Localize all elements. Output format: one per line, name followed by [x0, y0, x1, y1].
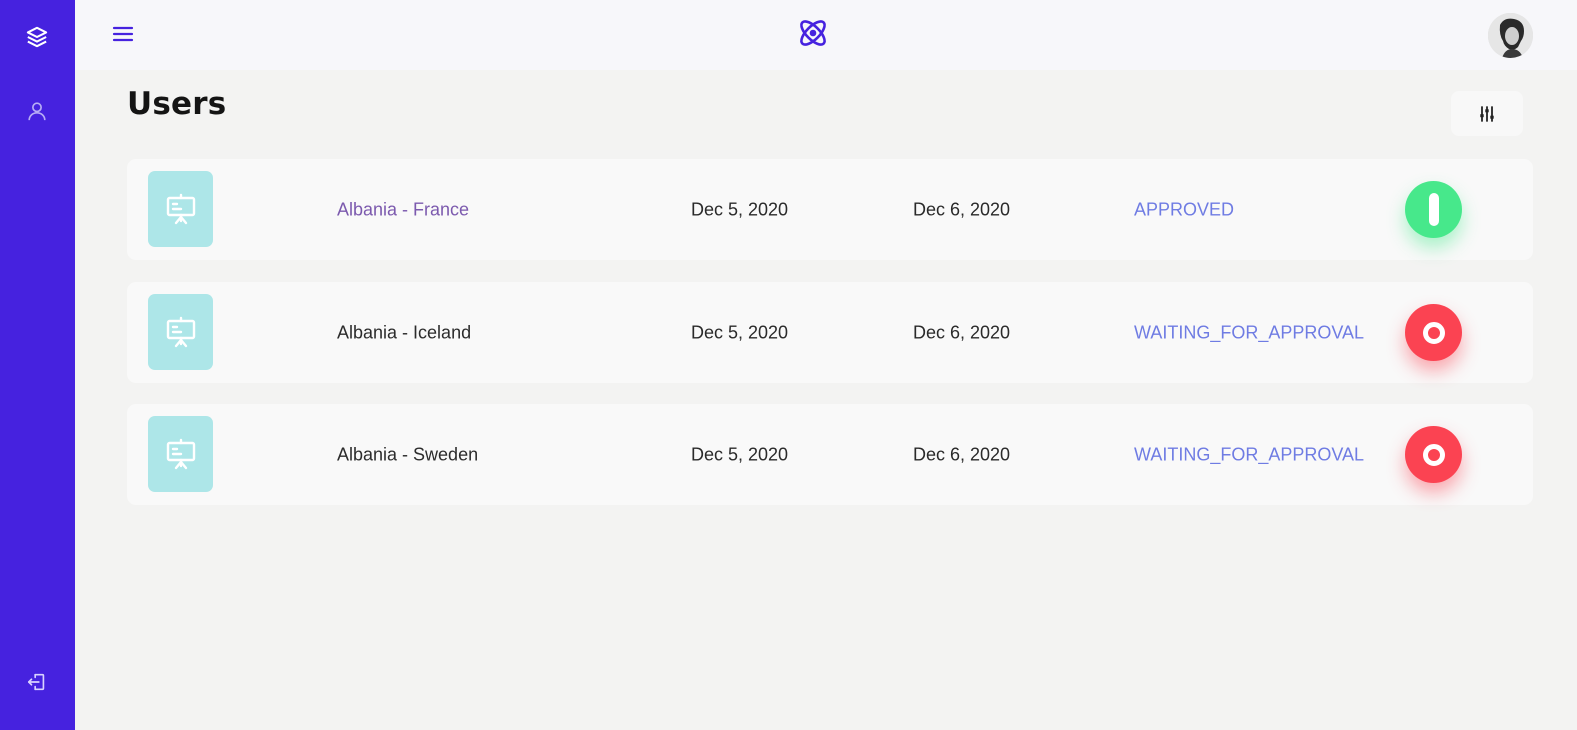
status-text: APPROVED — [1134, 199, 1235, 219]
row-name-link[interactable]: Albania - France — [337, 199, 469, 220]
power-off-icon — [1422, 321, 1445, 344]
filter-button[interactable] — [1451, 91, 1523, 136]
power-off-icon — [1422, 443, 1445, 466]
sidebar — [0, 0, 75, 730]
presentation-icon — [166, 438, 195, 470]
user-avatar[interactable] — [1488, 13, 1533, 58]
thumbnail — [148, 294, 213, 370]
table-row: Albania - Iceland Dec 5, 2020 Dec 6, 202… — [127, 282, 1533, 383]
approve-toggle-button[interactable] — [1405, 181, 1462, 238]
thumbnail — [148, 416, 213, 492]
end-date: Dec 6, 2020 — [913, 199, 1011, 219]
menu-button[interactable] — [111, 22, 135, 46]
presentation-icon — [166, 316, 195, 348]
status-text: WAITING_FOR_APPROVAL — [1134, 444, 1365, 464]
thumbnail — [148, 171, 213, 247]
layers-icon — [26, 26, 48, 48]
row-name: Albania - Sweden — [337, 444, 479, 464]
atom-icon — [800, 20, 826, 46]
avatar-image — [1488, 13, 1533, 58]
start-date: Dec 5, 2020 — [691, 444, 789, 464]
row-name: Albania - Iceland — [337, 322, 472, 342]
start-date: Dec 5, 2020 — [691, 199, 789, 219]
app-logo[interactable] — [796, 16, 830, 50]
sliders-icon — [1480, 105, 1494, 122]
user-icon — [28, 102, 46, 121]
end-date: Dec 6, 2020 — [913, 444, 1011, 464]
logout-icon — [27, 673, 45, 691]
power-on-icon — [1428, 193, 1439, 226]
end-date: Dec 6, 2020 — [913, 322, 1011, 342]
logout-button[interactable] — [22, 667, 52, 697]
status-text: WAITING_FOR_APPROVAL — [1134, 322, 1365, 342]
presentation-icon — [166, 193, 195, 225]
page-title: Users — [127, 86, 227, 122]
approve-toggle-button[interactable] — [1405, 426, 1462, 483]
start-date: Dec 5, 2020 — [691, 322, 789, 342]
sidebar-item-users[interactable] — [22, 96, 52, 126]
hamburger-icon — [112, 26, 134, 42]
top-bar — [75, 0, 1577, 70]
sidebar-item-layers[interactable] — [22, 22, 52, 52]
approve-toggle-button[interactable] — [1405, 304, 1462, 361]
table-row: Albania - France Dec 5, 2020 Dec 6, 2020… — [127, 159, 1533, 260]
table-row: Albania - Sweden Dec 5, 2020 Dec 6, 2020… — [127, 404, 1533, 505]
